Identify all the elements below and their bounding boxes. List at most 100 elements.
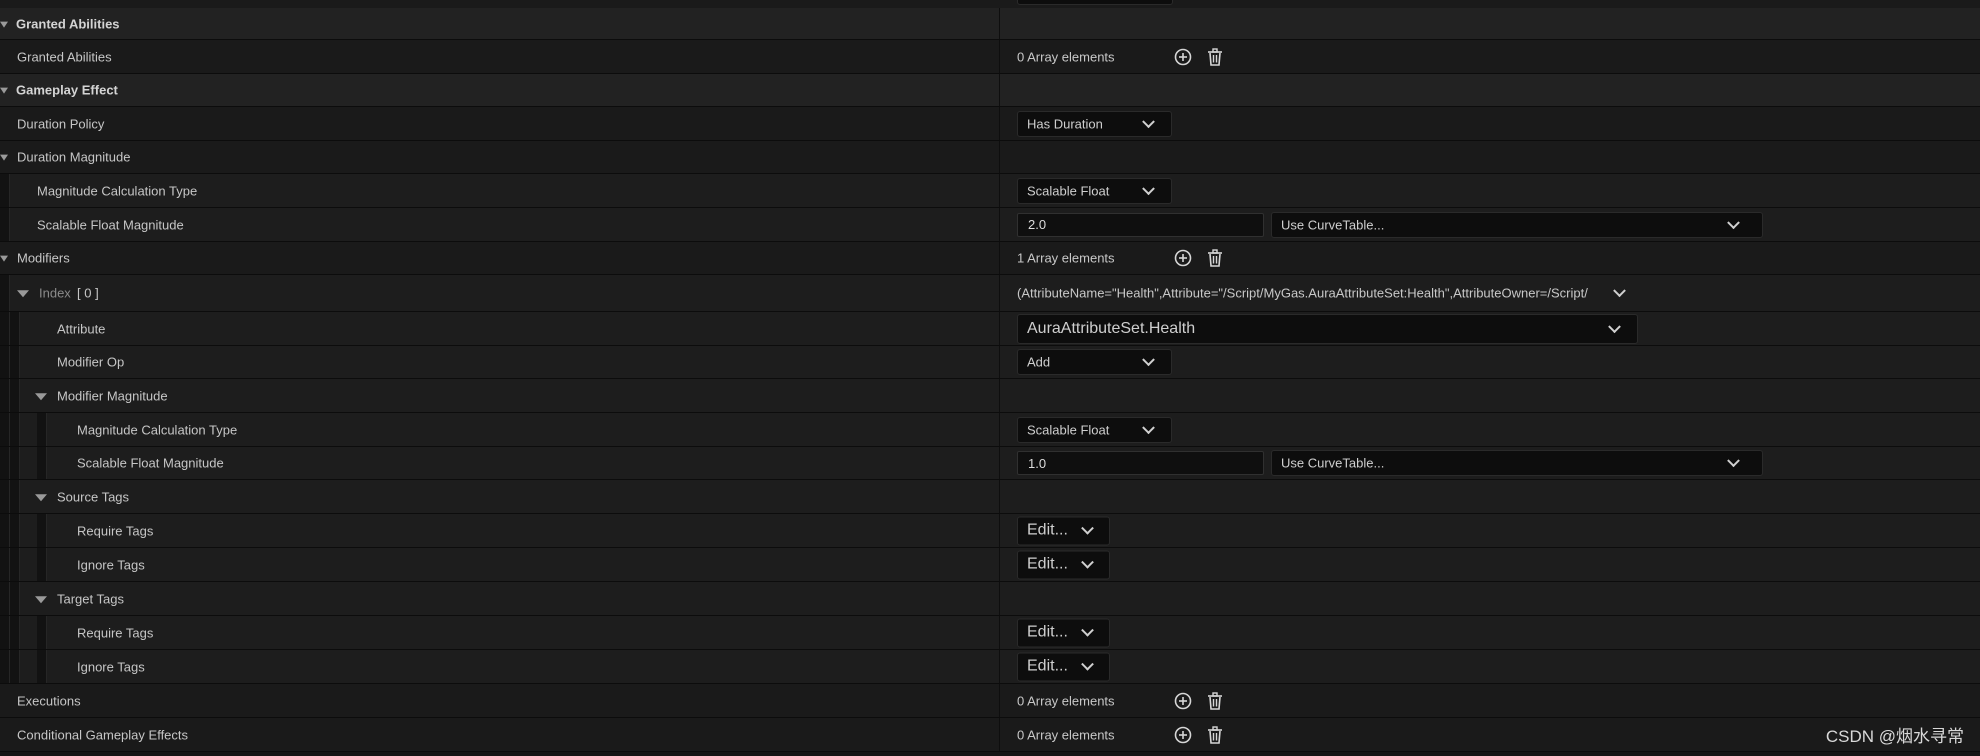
name-cell: Modifiers (0, 242, 1000, 274)
collapse-arrow-icon[interactable] (0, 255, 8, 262)
indent-guide (0, 447, 10, 479)
row-modifiers[interactable]: Modifiers 1 Array elements (0, 242, 1980, 275)
dropdown-value: Use CurveTable... (1281, 455, 1385, 471)
category-gameplay-effect[interactable]: Gameplay Effect (0, 74, 1980, 107)
row-target-require-tags: Require Tags Edit... (0, 616, 1980, 650)
trash-icon[interactable] (1205, 47, 1225, 67)
name-cell: Gameplay Effect (0, 74, 1000, 106)
row-duration-magnitude[interactable]: Duration Magnitude (0, 141, 1980, 174)
indent-guide (37, 616, 47, 649)
trash-icon[interactable] (1205, 248, 1225, 268)
add-element-icon[interactable] (1173, 725, 1193, 745)
name-cell: Target Tags (0, 582, 1000, 615)
value-cell: 0 Array elements (1001, 40, 1980, 73)
row-index-0[interactable]: Index [ 0 ] (AttributeName="Health",Attr… (0, 275, 1980, 312)
collapse-arrow-icon[interactable] (0, 87, 8, 94)
calc-type-dropdown[interactable]: Scalable Float (1017, 416, 1172, 443)
array-count: 0 Array elements (1017, 49, 1115, 64)
indent-guide (10, 379, 20, 412)
property-label: Modifier Magnitude (57, 388, 168, 403)
row-dm-scalable-float: Scalable Float Magnitude Use CurveTable.… (0, 208, 1980, 242)
row-attribute: Attribute AuraAttributeSet.Health (0, 312, 1980, 346)
name-cell: Modifier Op (0, 346, 1000, 378)
name-cell: Ignore Tags (0, 650, 1000, 683)
indent-guide (0, 548, 10, 581)
value-cell: 1 Array elements (1001, 242, 1980, 274)
button-label: Edit... (1027, 555, 1068, 573)
add-element-icon[interactable] (1173, 248, 1193, 268)
curve-table-dropdown[interactable]: Use CurveTable... (1271, 211, 1763, 238)
collapse-arrow-icon[interactable] (0, 21, 8, 28)
value-cell: Use CurveTable... (1001, 447, 1980, 479)
row-mm-scalable-float: Scalable Float Magnitude Use CurveTable.… (0, 447, 1980, 480)
curve-table-dropdown[interactable]: Use CurveTable... (1271, 450, 1763, 476)
collapse-arrow-icon[interactable] (0, 154, 8, 161)
name-cell: Magnitude Calculation Type (0, 413, 1000, 446)
edit-tags-button[interactable]: Edit... (1017, 618, 1110, 647)
add-element-icon[interactable] (1173, 691, 1193, 711)
value-cell: Add (1001, 346, 1980, 378)
collapse-arrow-icon[interactable] (17, 290, 29, 298)
magnitude-number-field[interactable] (1017, 212, 1264, 237)
indent-guide (10, 548, 20, 581)
chevron-down-icon (1142, 114, 1155, 128)
value-cell: Edit... (1001, 548, 1980, 581)
indent-guide (37, 548, 47, 581)
edit-tags-button[interactable]: Edit... (1017, 652, 1110, 681)
trash-icon[interactable] (1205, 691, 1225, 711)
property-label: Require Tags (77, 625, 154, 640)
row-modifier-magnitude[interactable]: Modifier Magnitude (0, 379, 1980, 413)
calc-type-dropdown[interactable]: Scalable Float (1017, 177, 1172, 204)
indent-guide (0, 582, 10, 615)
chevron-down-icon[interactable] (1613, 284, 1626, 298)
category-granted-abilities[interactable]: Granted Abilities (0, 8, 1980, 40)
edit-tags-button[interactable]: Edit... (1017, 516, 1110, 545)
indent-guide (37, 447, 47, 479)
magnitude-number-field[interactable] (1017, 451, 1264, 475)
name-cell: Duration Policy (0, 107, 1000, 140)
row-granted-abilities: Granted Abilities 0 Array elements (0, 40, 1980, 74)
indent-guide (0, 616, 10, 649)
magnitude-input[interactable] (1018, 213, 1263, 236)
trash-icon[interactable] (1205, 725, 1225, 745)
row-duration-policy: Duration Policy Has Duration (0, 107, 1980, 141)
index-label: Index (39, 285, 71, 301)
name-cell: Granted Abilities (0, 8, 1000, 39)
indent-guide (10, 346, 20, 378)
indent-guide (10, 480, 20, 513)
modifier-op-dropdown[interactable]: Add (1017, 349, 1172, 375)
value-cell: Edit... (1001, 650, 1980, 683)
property-label: Conditional Gameplay Effects (17, 727, 189, 742)
button-label: Edit... (1027, 657, 1068, 675)
chevron-down-icon (1727, 215, 1740, 229)
row-mm-calc-type: Magnitude Calculation Type Scalable Floa… (0, 413, 1980, 447)
add-element-icon[interactable] (1173, 47, 1193, 67)
collapse-arrow-icon[interactable] (35, 392, 47, 400)
indent-guide (0, 174, 10, 207)
indent-guide (0, 480, 10, 513)
collapse-arrow-icon[interactable] (35, 595, 47, 603)
indent-guide (0, 379, 10, 412)
dropdown-value: Scalable Float (1027, 422, 1110, 437)
row-source-ignore-tags: Ignore Tags Edit... (0, 548, 1980, 582)
chevron-down-icon (1608, 319, 1621, 333)
dropdown-value: Add (1027, 354, 1051, 370)
array-count: 0 Array elements (1017, 727, 1115, 742)
previous-dropdown-fragment[interactable] (1017, 0, 1173, 5)
name-cell: Conditional Gameplay Effects (0, 718, 1000, 751)
dropdown-value: Scalable Float (1027, 183, 1110, 198)
indent-guide (37, 650, 47, 683)
chevron-down-icon (1142, 353, 1155, 367)
row-source-tags[interactable]: Source Tags (0, 480, 1980, 514)
edit-tags-button[interactable]: Edit... (1017, 550, 1110, 579)
button-label: Edit... (1027, 623, 1068, 641)
duration-policy-dropdown[interactable]: Has Duration (1017, 110, 1172, 137)
array-count: 1 Array elements (1017, 250, 1115, 266)
magnitude-input[interactable] (1018, 452, 1263, 474)
value-cell: AuraAttributeSet.Health (1001, 312, 1980, 345)
name-cell: Index [ 0 ] (0, 275, 1000, 311)
row-target-tags[interactable]: Target Tags (0, 582, 1980, 616)
chevron-down-icon (1081, 555, 1094, 569)
attribute-dropdown[interactable]: AuraAttributeSet.Health (1017, 313, 1638, 344)
collapse-arrow-icon[interactable] (35, 493, 47, 501)
